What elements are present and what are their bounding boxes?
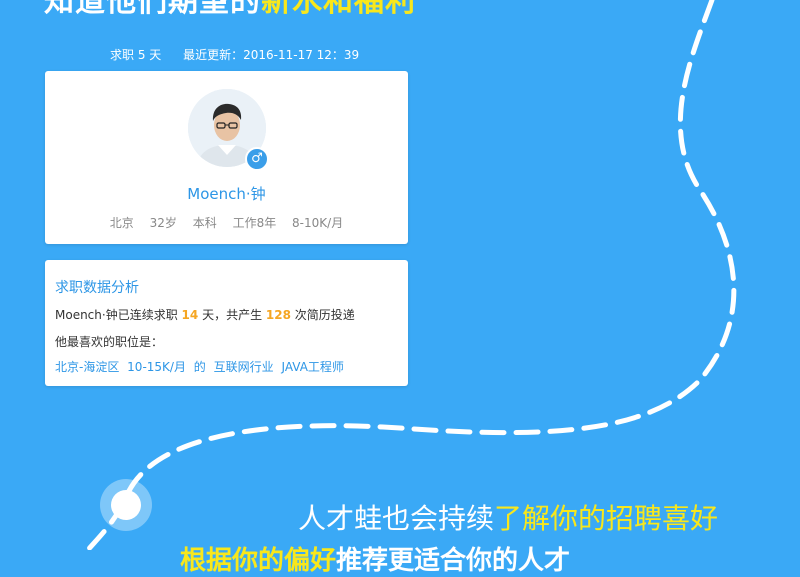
favorite-job-of: 的 (193, 360, 206, 374)
favorite-job-label: 他最喜欢的职位是： (55, 335, 164, 349)
favorite-job[interactable]: 北京-海淀区 10-15K/月 的 互联网行业 JAVA工程师 (55, 358, 348, 375)
stats-summary: Moench·钟已连续求职 14 天，共产生 128 次简历投递 (55, 306, 355, 323)
bottom-tagline-highlight: 了解你的招聘喜好 (494, 502, 719, 535)
candidate-city: 北京 (109, 216, 134, 230)
candidate-experience: 工作8年 (232, 216, 277, 230)
headline-white: 知道他们期望的 (44, 0, 261, 19)
bottom-second-highlight: 根据你的偏好 (180, 546, 337, 576)
stats-mid: 天，共产生 (202, 308, 263, 322)
candidate-info: 北京 32岁 本科 工作8年 8-10K/月 (45, 214, 408, 231)
favorite-job-salary: 10-15K/月 (127, 360, 186, 374)
favorite-job-location: 北京-海淀区 (55, 360, 120, 374)
bottom-second-white: 推荐更适合你的人才 (336, 546, 571, 576)
job-seeking-days: 求职 5 天 (110, 48, 162, 62)
stats-prefix: Moench·钟已连续求职 (55, 308, 178, 322)
stats-days: 14 (181, 308, 199, 322)
profile-card[interactable]: ♂ Moench·钟 北京 32岁 本科 工作8年 8-10K/月 (45, 71, 408, 244)
favorite-job-industry: 互联网行业 (213, 360, 274, 374)
candidate-name[interactable]: Moench·钟 (45, 183, 408, 204)
candidate-age: 32岁 (149, 216, 177, 230)
favorite-job-title: JAVA工程师 (281, 360, 344, 374)
headline: 知道他们期望的新水和福利 (44, 0, 416, 20)
bottom-tagline-second: 根据你的偏好推荐更适合你的人才 (180, 540, 570, 577)
stats-suffix: 次简历投递 (294, 308, 355, 322)
bottom-tagline-white: 人才蛙也会持续 (298, 502, 495, 535)
bottom-tagline: 人才蛙也会持续了解你的招聘喜好 (298, 497, 718, 537)
candidate-education: 本科 (192, 216, 217, 230)
male-gender-icon: ♂ (245, 147, 269, 171)
stats-resume-count: 128 (265, 308, 291, 322)
candidate-salary: 8-10K/月 (292, 216, 344, 230)
last-updated: 最近更新：2016-11-17 12：39 (183, 48, 360, 62)
job-seeking-stats-card: 求职数据分析 Moench·钟已连续求职 14 天，共产生 128 次简历投递 … (45, 260, 408, 386)
headline-highlight: 新水和福利 (261, 0, 416, 19)
resume-meta: 求职 5 天 最近更新：2016-11-17 12：39 (110, 46, 377, 63)
stats-title: 求职数据分析 (55, 280, 139, 296)
